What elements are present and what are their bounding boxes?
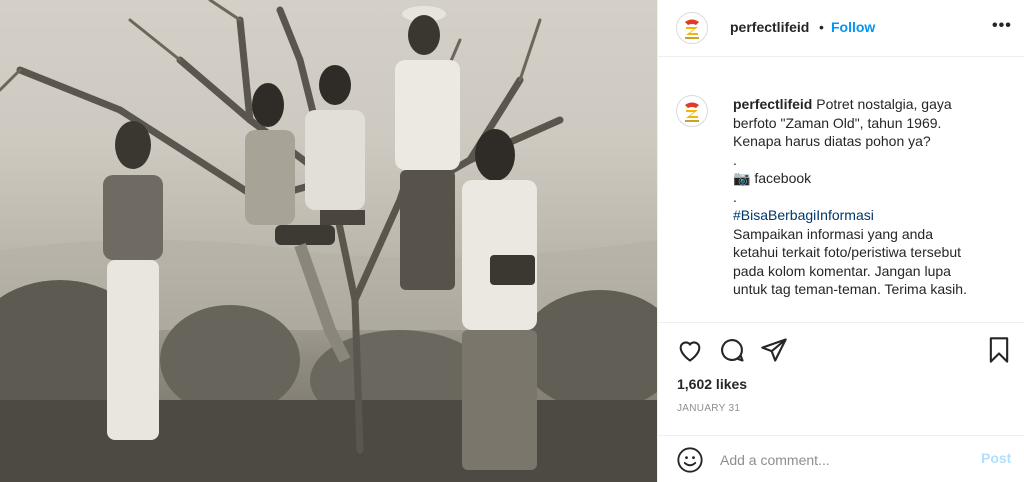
likes-count[interactable]: 1,602 likes: [677, 376, 747, 392]
header-separator: •: [819, 19, 824, 35]
post-header: perfectlifeid • Follow •••: [658, 0, 1024, 57]
caption-username[interactable]: perfectlifeid: [733, 96, 812, 112]
heart-icon[interactable]: [676, 336, 704, 369]
avatar[interactable]: [676, 12, 708, 44]
brand-logo-icon: [678, 97, 706, 125]
caption-section: perfectlifeid Potret nostalgia, gaya ber…: [658, 57, 1024, 323]
caption-line: untuk tag teman-teman. Terima kasih.: [733, 281, 967, 297]
caption-line: pada kolom komentar. Jangan lupa: [733, 262, 951, 279]
caption-line: .: [733, 151, 737, 168]
hashtag-link[interactable]: #BisaBerbagiInformasi: [733, 206, 1003, 225]
caption-line: .: [733, 188, 737, 205]
post-sidebar: perfectlifeid • Follow ••• perfectlifeid…: [657, 0, 1024, 482]
comment-input[interactable]: [720, 448, 970, 472]
caption-text: perfectlifeid Potret nostalgia, gaya ber…: [733, 95, 1003, 299]
bookmark-icon[interactable]: [985, 336, 1013, 369]
caption-line: Sampaikan informasi yang anda: [733, 225, 934, 242]
action-bar: [658, 336, 1024, 366]
share-icon[interactable]: [760, 336, 788, 369]
brand-logo-icon: [678, 14, 706, 42]
more-options-button[interactable]: •••: [992, 17, 1012, 35]
caption-line: 📷 facebook: [733, 170, 812, 186]
header-username[interactable]: perfectlifeid: [730, 19, 809, 35]
photo-illustration: [0, 0, 657, 482]
post-button[interactable]: Post: [981, 450, 1011, 466]
comment-icon[interactable]: [718, 336, 746, 369]
emoji-icon[interactable]: [676, 446, 704, 479]
caption-line: Potret nostalgia, gaya: [816, 96, 952, 112]
caption-line: berfoto "Zaman Old", tahun 1969.: [733, 114, 942, 131]
post-date[interactable]: JANUARY 31: [677, 403, 740, 414]
follow-button[interactable]: Follow: [831, 19, 875, 35]
caption-line: Kenapa harus diatas pohon ya?: [733, 133, 931, 149]
caption-avatar[interactable]: [676, 95, 708, 127]
comment-bar: Post: [658, 435, 1024, 482]
post-photo[interactable]: [0, 0, 657, 482]
caption-line: ketahui terkait foto/peristiwa tersebut: [733, 244, 962, 260]
